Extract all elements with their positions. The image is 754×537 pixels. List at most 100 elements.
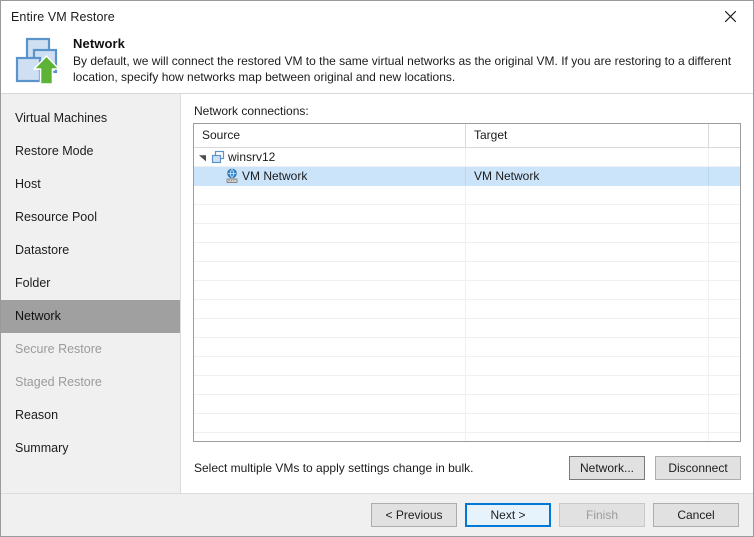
- cancel-button[interactable]: Cancel: [653, 503, 739, 527]
- cell-target: [466, 205, 709, 223]
- cell-source: [194, 433, 466, 441]
- table-row[interactable]: winsrv12: [194, 148, 740, 167]
- cell-source: [194, 338, 466, 356]
- sidebar-item-folder[interactable]: Folder: [1, 267, 180, 300]
- sidebar-item-virtual-machines[interactable]: Virtual Machines: [1, 102, 180, 135]
- page-title: Network: [73, 36, 125, 51]
- cell-extra: [709, 205, 740, 223]
- cell-extra: [709, 281, 740, 299]
- empty-row: [194, 319, 740, 338]
- sidebar-item-network[interactable]: Network: [1, 300, 180, 333]
- cell-target: [466, 186, 709, 204]
- cell-source: [194, 414, 466, 432]
- next-button[interactable]: Next >: [465, 503, 551, 527]
- cell-source: [194, 300, 466, 318]
- column-header-target[interactable]: Target: [466, 124, 709, 147]
- cell-extra: [709, 300, 740, 318]
- empty-row: [194, 281, 740, 300]
- empty-row: [194, 338, 740, 357]
- source-node-label: winsrv12: [228, 150, 276, 164]
- cell-source: [194, 357, 466, 375]
- cell-source: [194, 319, 466, 337]
- bulk-hint-text: Select multiple VMs to apply settings ch…: [194, 461, 474, 475]
- grid-header-row: Source Target: [194, 124, 740, 148]
- empty-row: [194, 205, 740, 224]
- cell-target: [466, 224, 709, 242]
- expand-collapse-icon[interactable]: [194, 153, 210, 162]
- cell-target: [466, 338, 709, 356]
- bulk-actions-bar: Select multiple VMs to apply settings ch…: [193, 442, 741, 486]
- cell-target: [466, 376, 709, 394]
- disconnect-button[interactable]: Disconnect: [655, 456, 741, 480]
- sidebar-item-reason[interactable]: Reason: [1, 399, 180, 432]
- network-connections-grid[interactable]: Source Target winsrv12 VM Network VM Net…: [193, 123, 741, 442]
- table-row[interactable]: VM Network VM Network: [194, 167, 740, 186]
- window-body: Virtual Machines Restore Mode Host Resou…: [1, 94, 753, 493]
- cell-target: [466, 281, 709, 299]
- column-header-source[interactable]: Source: [194, 124, 466, 147]
- empty-row: [194, 433, 740, 441]
- wizard-header: Network By default, we will connect the …: [1, 32, 753, 94]
- cell-extra: [709, 148, 740, 166]
- sidebar-item-secure-restore: Secure Restore: [15, 342, 102, 356]
- previous-button[interactable]: < Previous: [371, 503, 457, 527]
- network-connections-label: Network connections:: [194, 104, 309, 118]
- source-node-label: VM Network: [242, 169, 308, 183]
- cell-source: winsrv12: [194, 148, 466, 166]
- cell-target: [466, 300, 709, 318]
- empty-row: [194, 224, 740, 243]
- cell-extra: [709, 167, 740, 185]
- network-button[interactable]: Network...: [569, 456, 645, 480]
- cell-extra: [709, 414, 740, 432]
- cell-extra: [709, 338, 740, 356]
- cell-source: VM Network: [194, 167, 466, 185]
- cell-extra: [709, 357, 740, 375]
- close-icon[interactable]: [708, 1, 753, 31]
- empty-row: [194, 186, 740, 205]
- cell-extra: [709, 243, 740, 261]
- empty-row: [194, 357, 740, 376]
- cell-target: VM Network: [466, 167, 709, 185]
- cell-target: [466, 357, 709, 375]
- network-adapter-icon: [224, 168, 240, 184]
- sidebar-item-host[interactable]: Host: [1, 168, 180, 201]
- wizard-footer: < Previous Next > Finish Cancel: [1, 493, 753, 536]
- sidebar-item-summary[interactable]: Summary: [1, 432, 180, 465]
- cell-target: [466, 262, 709, 280]
- window-title: Entire VM Restore: [11, 9, 115, 24]
- sidebar-item-staged-restore: Staged Restore: [15, 375, 102, 389]
- cell-source: [194, 262, 466, 280]
- cell-target: [466, 319, 709, 337]
- cell-extra: [709, 319, 740, 337]
- cell-source: [194, 186, 466, 204]
- cell-target: [466, 148, 709, 166]
- grid-body: winsrv12 VM Network VM Network: [194, 148, 740, 441]
- cell-source: [194, 395, 466, 413]
- empty-row: [194, 395, 740, 414]
- finish-button: Finish: [559, 503, 645, 527]
- cell-target: [466, 243, 709, 261]
- cell-extra: [709, 262, 740, 280]
- cell-target: [466, 433, 709, 441]
- wizard-steps-sidebar: Virtual Machines Restore Mode Host Resou…: [1, 94, 181, 493]
- cell-target: [466, 395, 709, 413]
- cell-source: [194, 205, 466, 223]
- cell-extra: [709, 433, 740, 441]
- cell-target: [466, 414, 709, 432]
- vm-restore-icon: [11, 36, 69, 92]
- cell-extra: [709, 395, 740, 413]
- empty-row: [194, 376, 740, 395]
- wizard-header-text: Network By default, we will connect the …: [69, 34, 745, 85]
- sidebar-item-resource-pool[interactable]: Resource Pool: [1, 201, 180, 234]
- cell-extra: [709, 376, 740, 394]
- cell-source: [194, 376, 466, 394]
- page-description: By default, we will connect the restored…: [73, 54, 732, 84]
- column-header-extra[interactable]: [709, 124, 740, 147]
- empty-row: [194, 262, 740, 281]
- empty-row: [194, 414, 740, 433]
- entire-vm-restore-window: Entire VM Restore Network By default, we…: [0, 0, 754, 537]
- sidebar-item-datastore[interactable]: Datastore: [1, 234, 180, 267]
- sidebar-item-restore-mode[interactable]: Restore Mode: [1, 135, 180, 168]
- cell-extra: [709, 186, 740, 204]
- empty-row: [194, 300, 740, 319]
